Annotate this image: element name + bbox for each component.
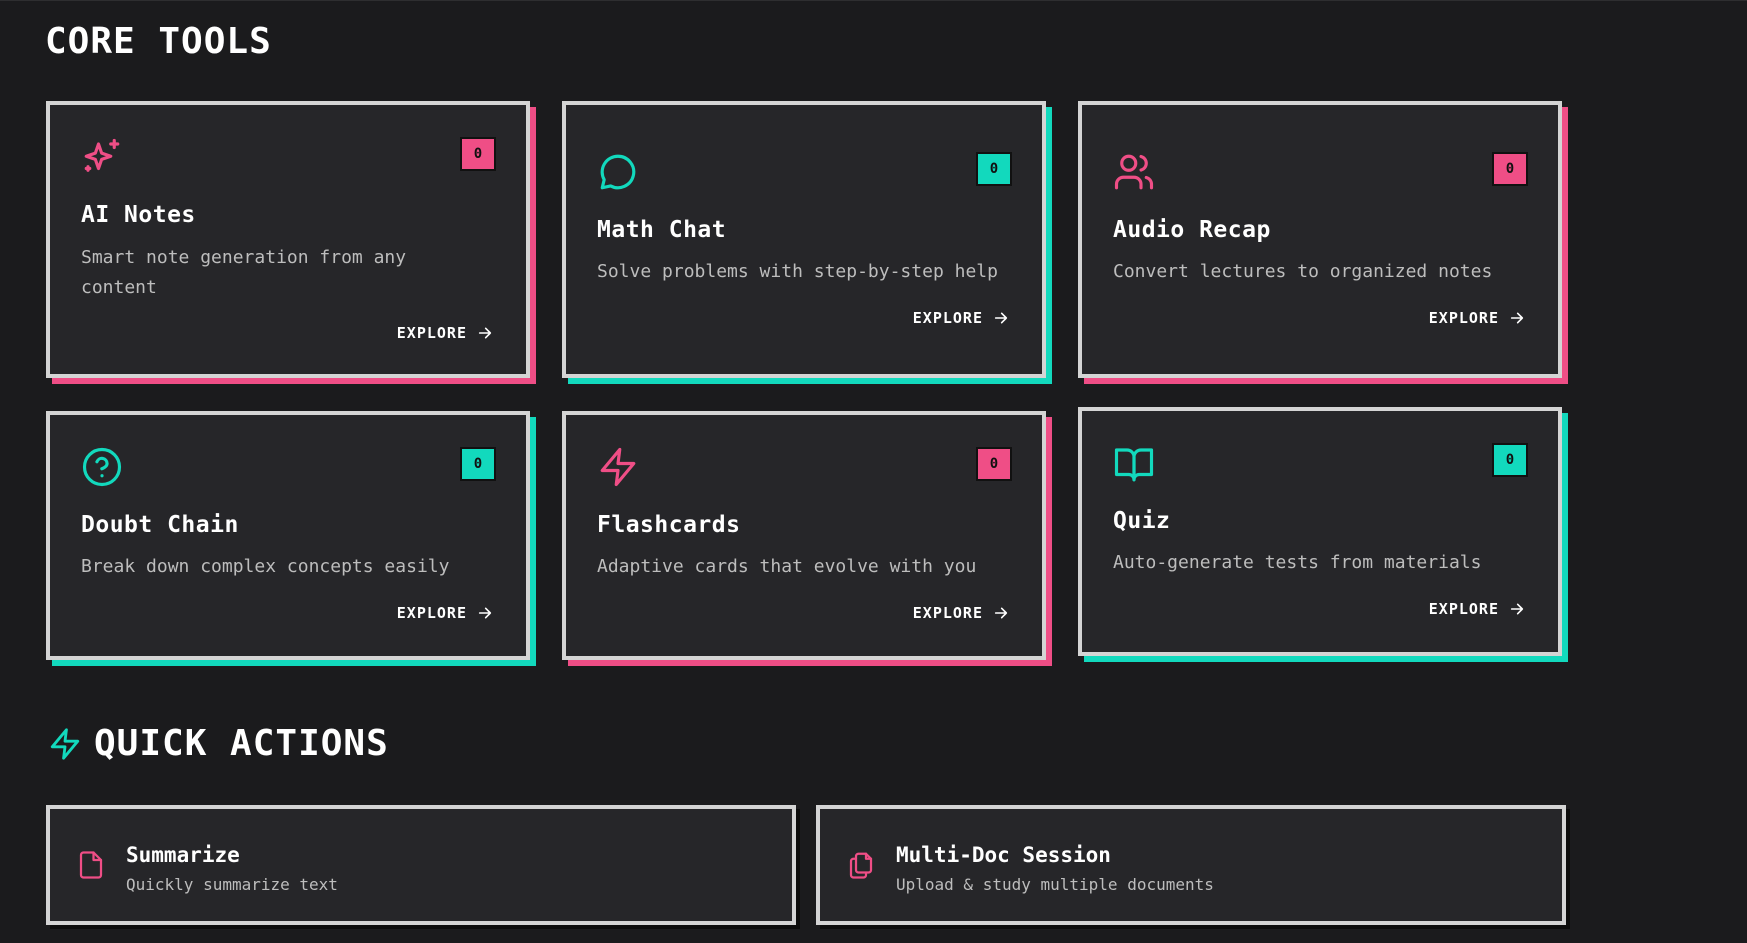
file-icon	[76, 850, 106, 880]
explore-link[interactable]: EXPLORE	[1429, 600, 1525, 618]
tool-description: Auto-generate tests from materials	[1113, 552, 1482, 573]
tool-title: Flashcards	[597, 512, 741, 538]
tool-count-badge: 0	[460, 137, 496, 171]
explore-label: EXPLORE	[396, 604, 467, 622]
help-circle-icon	[81, 446, 123, 488]
tool-description: Solve problems with step-by-step help	[597, 261, 998, 282]
explore-link[interactable]: EXPLORE	[397, 324, 493, 342]
tool-title: Math Chat	[597, 217, 727, 243]
top-divider	[0, 0, 1747, 1]
explore-link[interactable]: EXPLORE	[913, 309, 1009, 327]
arrow-right-icon	[478, 327, 492, 339]
quick-action-multi-doc-session[interactable]: Multi-Doc Session Upload & study multipl…	[816, 805, 1566, 925]
explore-link[interactable]: EXPLORE	[397, 604, 493, 622]
arrow-right-icon	[478, 607, 492, 619]
explore-label: EXPLORE	[912, 309, 983, 327]
tool-card-ai-notes[interactable]: 0 AI Notes Smart note generation from an…	[46, 101, 530, 378]
tool-description: Smart note generation from any content	[81, 247, 407, 298]
tool-card-audio-recap[interactable]: 0 Audio Recap Convert lectures to organi…	[1078, 101, 1562, 378]
tool-card-quiz[interactable]: 0 Quiz Auto-generate tests from material…	[1078, 407, 1562, 656]
chat-bubble-icon	[597, 151, 639, 193]
arrow-right-icon	[1510, 312, 1524, 324]
quick-action-title: Multi-Doc Session	[896, 843, 1111, 867]
tool-count-badge: 0	[976, 152, 1012, 186]
quick-action-title: Summarize	[126, 843, 240, 867]
explore-link[interactable]: EXPLORE	[913, 604, 1009, 622]
tool-title: AI Notes	[81, 202, 196, 228]
tool-card-math-chat[interactable]: 0 Math Chat Solve problems with step-by-…	[562, 101, 1046, 378]
tool-count-badge: 0	[1492, 443, 1528, 477]
tool-description: Break down complex concepts easily	[81, 556, 450, 577]
tool-title: Audio Recap	[1113, 217, 1271, 243]
tool-count-badge: 0	[976, 447, 1012, 481]
core-tools-heading: CORE TOOLS	[45, 21, 272, 62]
lightning-bolt-icon	[597, 446, 639, 488]
arrow-right-icon	[994, 312, 1008, 324]
quick-action-summarize[interactable]: Summarize Quickly summarize text	[46, 805, 796, 925]
tool-count-badge: 0	[460, 447, 496, 481]
files-icon	[846, 850, 876, 880]
explore-link[interactable]: EXPLORE	[1429, 309, 1525, 327]
arrow-right-icon	[994, 607, 1008, 619]
explore-label: EXPLORE	[1428, 309, 1499, 327]
quick-actions-heading: QUICK ACTIONS	[94, 723, 389, 764]
explore-label: EXPLORE	[396, 324, 467, 342]
tool-title: Doubt Chain	[81, 512, 239, 538]
quick-action-subtitle: Upload & study multiple documents	[896, 875, 1214, 894]
explore-label: EXPLORE	[1428, 600, 1499, 618]
tool-card-flashcards[interactable]: 0 Flashcards Adaptive cards that evolve …	[562, 411, 1046, 660]
arrow-right-icon	[1510, 603, 1524, 615]
tool-description: Adaptive cards that evolve with you	[597, 556, 977, 577]
tool-count-badge: 0	[1492, 152, 1528, 186]
lightning-bolt-icon	[48, 725, 82, 763]
quick-action-subtitle: Quickly summarize text	[126, 875, 338, 894]
quick-actions-header: QUICK ACTIONS	[48, 722, 389, 766]
tool-title: Quiz	[1113, 508, 1171, 534]
sparkles-icon	[81, 137, 123, 179]
tool-card-doubt-chain[interactable]: 0 Doubt Chain Break down complex concept…	[46, 411, 530, 660]
explore-label: EXPLORE	[912, 604, 983, 622]
users-icon	[1113, 151, 1155, 193]
tool-description: Convert lectures to organized notes	[1113, 261, 1493, 282]
open-book-icon	[1113, 443, 1155, 485]
